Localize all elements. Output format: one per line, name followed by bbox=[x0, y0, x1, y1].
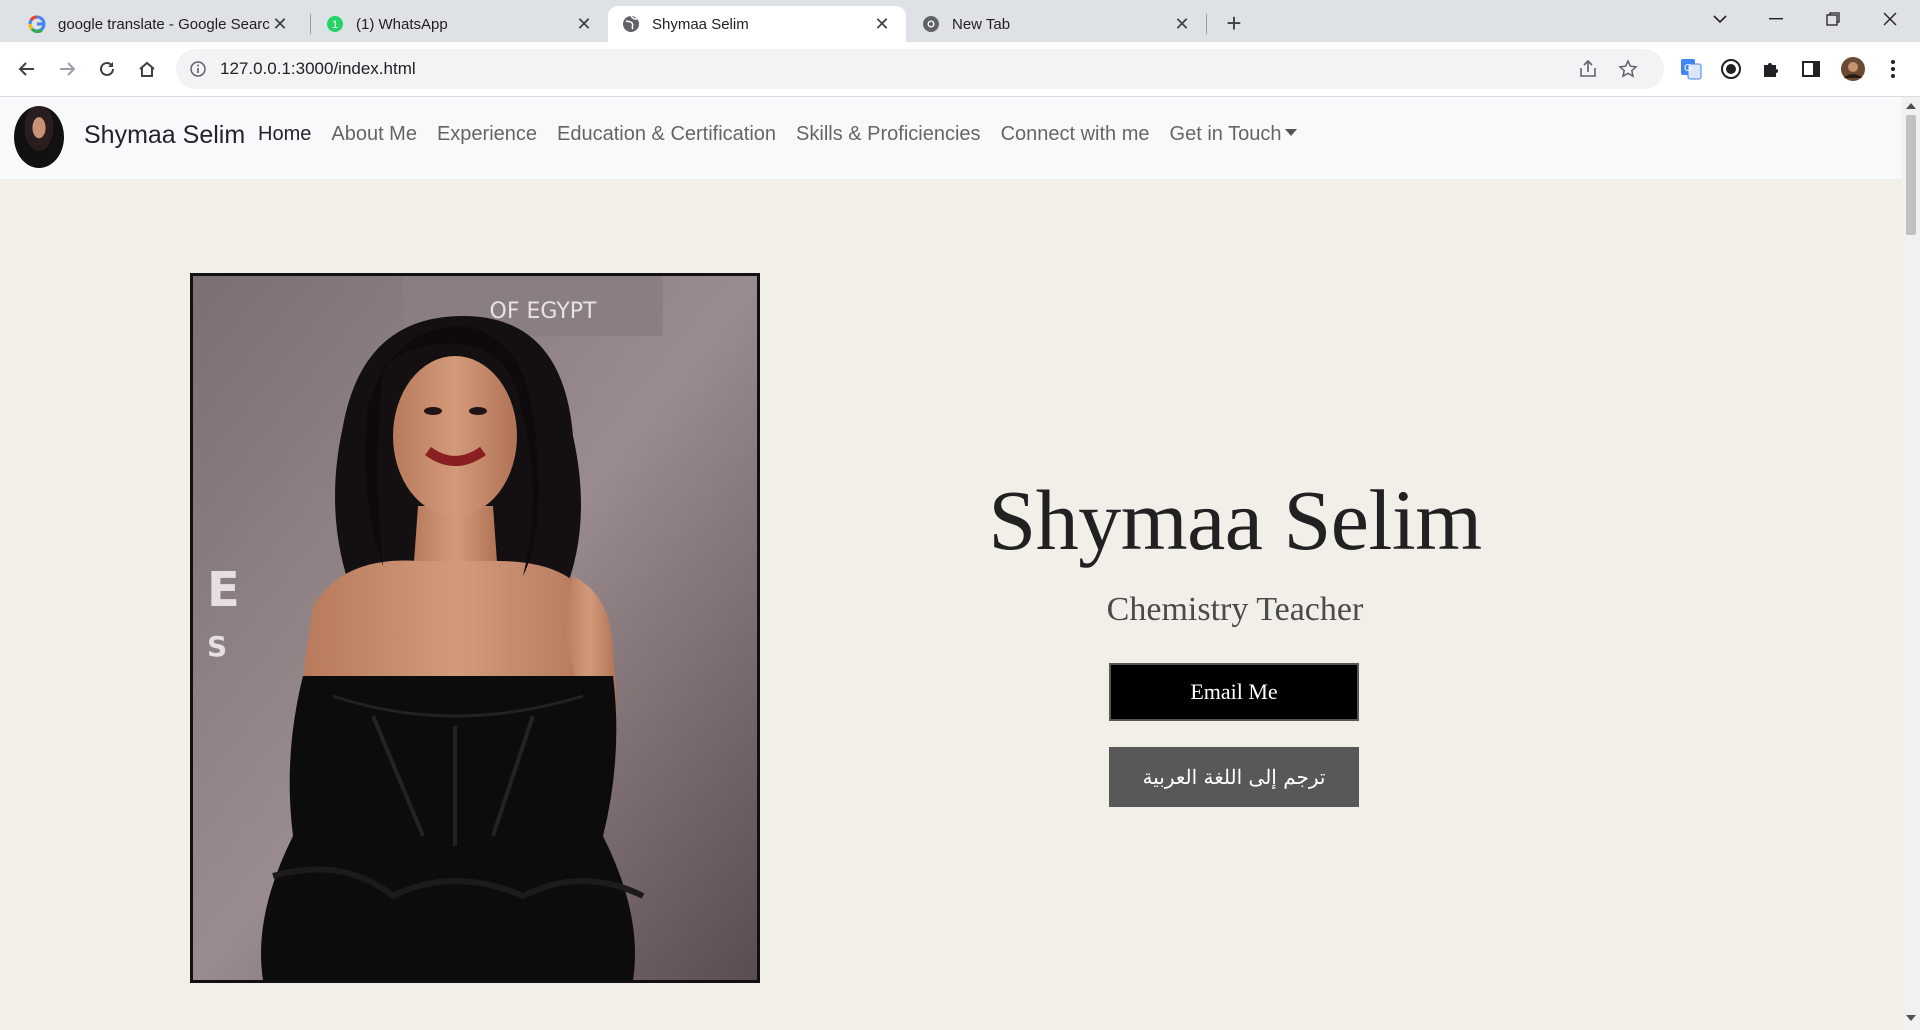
svg-text:G: G bbox=[1684, 63, 1692, 74]
nav-about-me[interactable]: About Me bbox=[331, 123, 417, 146]
nav-experience[interactable]: Experience bbox=[437, 123, 537, 146]
hero-section: Shymaa Selim Chemistry Teacher Email Me … bbox=[900, 472, 1570, 807]
extensions-puzzle-icon[interactable] bbox=[1756, 54, 1786, 84]
hero-role: Chemistry Teacher bbox=[1106, 591, 1364, 628]
tab-search-chevron-icon[interactable] bbox=[1692, 0, 1748, 38]
close-tab-icon[interactable]: ✕ bbox=[1172, 14, 1192, 34]
profile-avatar[interactable] bbox=[1838, 54, 1868, 84]
brand-avatar[interactable] bbox=[14, 106, 64, 168]
browser-toolbar: 127.0.0.1:3000/index.html G bbox=[0, 42, 1920, 97]
svg-text:S: S bbox=[207, 630, 227, 663]
browser-tabstrip: google translate - Google Search ✕ 1 (1)… bbox=[0, 0, 1920, 42]
share-icon[interactable] bbox=[1576, 57, 1600, 81]
chrome-icon bbox=[922, 15, 940, 33]
whatsapp-icon: 1 bbox=[326, 15, 344, 33]
svg-text:1: 1 bbox=[332, 19, 338, 31]
nav-get-in-touch-label: Get in Touch bbox=[1169, 123, 1282, 145]
site-navbar: Shymaa Selim Home About Me Experience Ed… bbox=[0, 97, 1902, 179]
close-tab-icon[interactable]: ✕ bbox=[574, 14, 594, 34]
tab-new-tab[interactable]: New Tab ✕ bbox=[908, 6, 1206, 42]
restore-icon[interactable] bbox=[1805, 0, 1861, 38]
close-tab-icon[interactable]: ✕ bbox=[872, 14, 892, 34]
new-tab-plus-icon[interactable]: + bbox=[1220, 8, 1248, 38]
close-window-icon[interactable] bbox=[1862, 0, 1918, 38]
tab-divider bbox=[310, 14, 311, 34]
home-icon[interactable] bbox=[132, 54, 162, 84]
bookmark-star-icon[interactable] bbox=[1616, 57, 1640, 81]
minimize-icon[interactable] bbox=[1748, 0, 1804, 38]
back-arrow-icon[interactable] bbox=[12, 54, 42, 84]
caret-down-icon bbox=[1285, 129, 1298, 136]
address-bar[interactable]: 127.0.0.1:3000/index.html bbox=[176, 49, 1664, 89]
side-panel-icon[interactable] bbox=[1796, 54, 1826, 84]
tab-title: New Tab bbox=[952, 15, 1011, 33]
svg-text:OF EGYPT: OF EGYPT bbox=[490, 299, 598, 324]
tab-google-translate[interactable]: google translate - Google Search ✕ bbox=[14, 6, 304, 42]
site-info-icon[interactable] bbox=[188, 59, 208, 79]
hero-name: Shymaa Selim bbox=[988, 472, 1482, 568]
nav-home[interactable]: Home bbox=[258, 123, 311, 146]
scroll-down-arrow-icon[interactable] bbox=[1906, 1015, 1916, 1021]
scrollbar-thumb[interactable] bbox=[1906, 115, 1916, 235]
tab-title: google translate - Google Search bbox=[58, 15, 270, 33]
nav-links: Home About Me Experience Education & Cer… bbox=[258, 123, 1298, 146]
tab-whatsapp[interactable]: 1 (1) WhatsApp ✕ bbox=[312, 6, 608, 42]
reload-icon[interactable] bbox=[92, 54, 122, 84]
brand-name[interactable]: Shymaa Selim bbox=[84, 121, 245, 150]
web-page: Shymaa Selim Home About Me Experience Ed… bbox=[0, 97, 1902, 1030]
tab-title: Shymaa Selim bbox=[652, 15, 749, 33]
google-translate-extension-icon[interactable]: G bbox=[1676, 54, 1706, 84]
profile-photo: OF EGYPT E S bbox=[190, 273, 760, 983]
page-scrollbar[interactable] bbox=[1902, 97, 1920, 1030]
globe-icon bbox=[622, 15, 640, 33]
chrome-menu-icon[interactable] bbox=[1878, 54, 1908, 84]
forward-arrow-icon[interactable] bbox=[52, 54, 82, 84]
nav-skills-proficiencies[interactable]: Skills & Proficiencies bbox=[796, 123, 981, 146]
translate-arabic-button[interactable]: ترجم إلى اللغة العربية bbox=[1109, 747, 1359, 807]
tab-title: (1) WhatsApp bbox=[356, 15, 448, 33]
nav-connect-with-me[interactable]: Connect with me bbox=[1001, 123, 1150, 146]
google-icon bbox=[28, 15, 46, 33]
scroll-up-arrow-icon[interactable] bbox=[1906, 103, 1916, 109]
address-url[interactable]: 127.0.0.1:3000/index.html bbox=[220, 59, 416, 79]
nav-get-in-touch-dropdown[interactable]: Get in Touch bbox=[1170, 123, 1298, 146]
tab-shymaa-selim[interactable]: Shymaa Selim ✕ bbox=[608, 6, 906, 42]
tab-divider bbox=[1206, 14, 1207, 34]
svg-text:E: E bbox=[207, 562, 240, 618]
extension-circle-icon[interactable] bbox=[1716, 54, 1746, 84]
nav-education-certification[interactable]: Education & Certification bbox=[557, 123, 776, 146]
close-tab-icon[interactable]: ✕ bbox=[270, 14, 290, 34]
email-me-button[interactable]: Email Me bbox=[1109, 663, 1359, 721]
